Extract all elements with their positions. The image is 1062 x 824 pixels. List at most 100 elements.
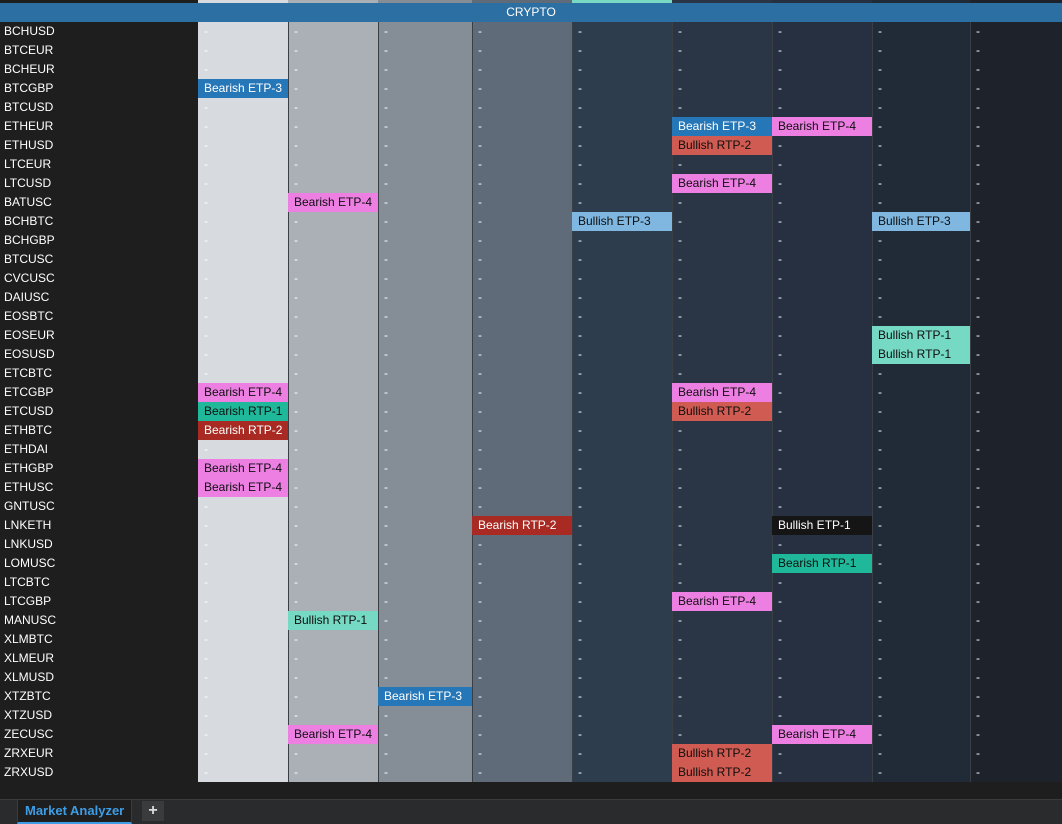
empty-cell[interactable]: - (772, 155, 872, 174)
empty-cell[interactable]: - (970, 136, 1062, 155)
empty-cell[interactable]: - (198, 687, 288, 706)
empty-cell[interactable]: - (378, 193, 472, 212)
table-row[interactable]: LNKUSD - - - - - - - - - (0, 535, 1062, 554)
empty-cell[interactable]: - (872, 725, 970, 744)
table-row[interactable]: MANUSC - Bullish RTP-1- - - - - - - (0, 611, 1062, 630)
empty-cell[interactable]: - (970, 98, 1062, 117)
empty-cell[interactable]: - (288, 136, 378, 155)
empty-cell[interactable]: - (198, 364, 288, 383)
empty-cell[interactable]: - (970, 497, 1062, 516)
empty-cell[interactable]: - (378, 117, 472, 136)
empty-cell[interactable]: - (970, 174, 1062, 193)
empty-cell[interactable]: - (970, 212, 1062, 231)
empty-cell[interactable]: - (378, 763, 472, 782)
empty-cell[interactable]: - (872, 136, 970, 155)
empty-cell[interactable]: - (970, 345, 1062, 364)
empty-cell[interactable]: - (672, 250, 772, 269)
empty-cell[interactable]: - (378, 706, 472, 725)
empty-cell[interactable]: - (772, 269, 872, 288)
signal-cell[interactable]: Bearish ETP-3 (378, 687, 472, 706)
empty-cell[interactable]: - (378, 307, 472, 326)
empty-cell[interactable]: - (572, 326, 672, 345)
table-row[interactable]: ZRXEUR - - - - - Bullish RTP-2- - - (0, 744, 1062, 763)
empty-cell[interactable]: - (288, 22, 378, 41)
empty-cell[interactable]: - (472, 250, 572, 269)
empty-cell[interactable]: - (378, 60, 472, 79)
empty-cell[interactable]: - (472, 383, 572, 402)
empty-cell[interactable]: - (672, 364, 772, 383)
empty-cell[interactable]: - (772, 22, 872, 41)
tab-market-analyzer[interactable]: Market Analyzer (17, 800, 133, 824)
table-row[interactable]: ETHBTC Bearish RTP-2- - - - - - - - (0, 421, 1062, 440)
empty-cell[interactable]: - (872, 668, 970, 687)
empty-cell[interactable]: - (772, 231, 872, 250)
empty-cell[interactable]: - (772, 611, 872, 630)
empty-cell[interactable]: - (378, 497, 472, 516)
empty-cell[interactable]: - (198, 497, 288, 516)
empty-cell[interactable]: - (472, 60, 572, 79)
empty-cell[interactable]: - (970, 193, 1062, 212)
empty-cell[interactable]: - (970, 478, 1062, 497)
empty-cell[interactable]: - (970, 60, 1062, 79)
empty-cell[interactable]: - (288, 497, 378, 516)
table-row[interactable]: BCHBTC - - - - Bullish ETP-3- - Bullish ETP-3- (0, 212, 1062, 231)
empty-cell[interactable]: - (378, 41, 472, 60)
empty-cell[interactable]: - (472, 402, 572, 421)
empty-cell[interactable]: - (472, 687, 572, 706)
empty-cell[interactable]: - (288, 459, 378, 478)
empty-cell[interactable]: - (772, 706, 872, 725)
table-row[interactable]: BTCEUR - - - - - - - - - (0, 41, 1062, 60)
signal-cell[interactable]: Bullish ETP-3 (872, 212, 970, 231)
empty-cell[interactable]: - (672, 22, 772, 41)
empty-cell[interactable]: - (872, 592, 970, 611)
empty-cell[interactable]: - (772, 573, 872, 592)
empty-cell[interactable]: - (970, 459, 1062, 478)
empty-cell[interactable]: - (872, 98, 970, 117)
table-row[interactable]: BTCUSD - - - - - - - - - (0, 98, 1062, 117)
empty-cell[interactable]: - (288, 421, 378, 440)
signal-cell[interactable]: Bullish RTP-2 (672, 763, 772, 782)
empty-cell[interactable]: - (472, 554, 572, 573)
empty-cell[interactable]: - (472, 535, 572, 554)
table-row[interactable]: ETHGBP Bearish ETP-4- - - - - - - - (0, 459, 1062, 478)
empty-cell[interactable]: - (970, 611, 1062, 630)
empty-cell[interactable]: - (872, 459, 970, 478)
empty-cell[interactable]: - (288, 516, 378, 535)
signal-cell[interactable]: Bullish RTP-1 (288, 611, 378, 630)
empty-cell[interactable]: - (472, 345, 572, 364)
empty-cell[interactable]: - (970, 117, 1062, 136)
empty-cell[interactable]: - (970, 630, 1062, 649)
empty-cell[interactable]: - (970, 744, 1062, 763)
table-row[interactable]: EOSEUR - - - - - - - Bullish RTP-1- (0, 326, 1062, 345)
table-row[interactable]: LTCGBP - - - - - Bearish ETP-4- - - (0, 592, 1062, 611)
empty-cell[interactable]: - (872, 193, 970, 212)
signal-cell[interactable]: Bullish RTP-2 (672, 136, 772, 155)
empty-cell[interactable]: - (378, 269, 472, 288)
empty-cell[interactable]: - (672, 60, 772, 79)
signal-cell[interactable]: Bearish ETP-4 (772, 725, 872, 744)
empty-cell[interactable]: - (970, 41, 1062, 60)
empty-cell[interactable]: - (572, 41, 672, 60)
empty-cell[interactable]: - (472, 79, 572, 98)
empty-cell[interactable]: - (970, 516, 1062, 535)
empty-cell[interactable]: - (288, 763, 378, 782)
empty-cell[interactable]: - (572, 611, 672, 630)
empty-cell[interactable]: - (672, 421, 772, 440)
empty-cell[interactable]: - (198, 231, 288, 250)
empty-cell[interactable]: - (198, 193, 288, 212)
empty-cell[interactable]: - (572, 345, 672, 364)
empty-cell[interactable]: - (772, 668, 872, 687)
empty-cell[interactable]: - (288, 649, 378, 668)
empty-cell[interactable]: - (378, 459, 472, 478)
plus-icon[interactable]: + (142, 801, 164, 821)
empty-cell[interactable]: - (472, 212, 572, 231)
table-row[interactable]: LTCBTC - - - - - - - - - (0, 573, 1062, 592)
empty-cell[interactable]: - (572, 706, 672, 725)
empty-cell[interactable]: - (872, 231, 970, 250)
empty-cell[interactable]: - (872, 269, 970, 288)
table-row[interactable]: XTZBTC - - Bearish ETP-3- - - - - - (0, 687, 1062, 706)
empty-cell[interactable]: - (970, 288, 1062, 307)
empty-cell[interactable]: - (378, 174, 472, 193)
empty-cell[interactable]: - (672, 79, 772, 98)
empty-cell[interactable]: - (198, 136, 288, 155)
